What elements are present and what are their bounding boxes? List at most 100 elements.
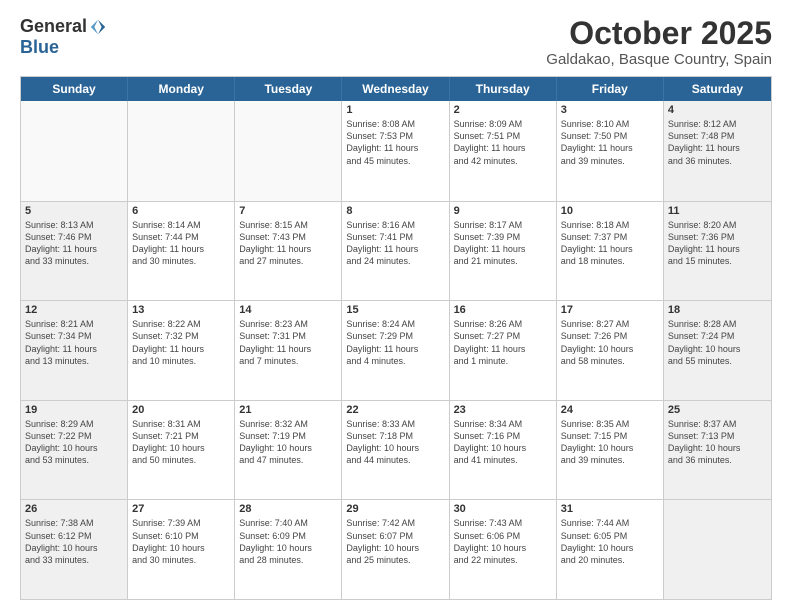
calendar-cell: 2 Sunrise: 8:09 AM Sunset: 7:51 PM Daylig…: [450, 101, 557, 201]
logo-text: General: [20, 16, 107, 37]
header: General Blue October 2025 Galdakao, Basq…: [20, 16, 772, 68]
day-number: 26: [25, 503, 123, 515]
cell-content: Sunrise: 8:20 AM Sunset: 7:36 PM Dayligh…: [668, 219, 767, 268]
cell-content: Sunrise: 8:10 AM Sunset: 7:50 PM Dayligh…: [561, 118, 659, 167]
calendar-cell: 7 Sunrise: 8:15 AM Sunset: 7:43 PM Daylig…: [235, 202, 342, 301]
calendar-row: 1Sunrise: 8:08 AM Sunset: 7:53 PM Daylig…: [21, 101, 771, 201]
cell-content: Sunrise: 8:08 AM Sunset: 7:53 PM Dayligh…: [346, 118, 444, 167]
day-number: 22: [346, 404, 444, 416]
cell-content: Sunrise: 8:17 AM Sunset: 7:39 PM Dayligh…: [454, 219, 552, 268]
calendar-header-cell: Wednesday: [342, 77, 449, 101]
cell-content: Sunrise: 8:12 AM Sunset: 7:48 PM Dayligh…: [668, 118, 767, 167]
calendar-cell: 20Sunrise: 8:31 AM Sunset: 7:21 PM Dayli…: [128, 401, 235, 500]
day-number: 29: [346, 503, 444, 515]
month-title: October 2025: [546, 16, 772, 51]
day-number: 4: [668, 104, 767, 116]
cell-content: Sunrise: 8:32 AM Sunset: 7:19 PM Dayligh…: [239, 418, 337, 467]
calendar-cell: 30Sunrise: 7:43 AM Sunset: 6:06 PM Dayli…: [450, 500, 557, 599]
calendar-cell: 23 Sunrise: 8:34 AM Sunset: 7:16 PM Dayli…: [450, 401, 557, 500]
day-number: 21: [239, 404, 337, 416]
day-number: 23: [454, 404, 552, 416]
calendar-cell: 27 Sunrise: 7:39 AM Sunset: 6:10 PM Dayli…: [128, 500, 235, 599]
cell-content: Sunrise: 8:34 AM Sunset: 7:16 PM Dayligh…: [454, 418, 552, 467]
day-number: 19: [25, 404, 123, 416]
day-number: 28: [239, 503, 337, 515]
calendar-header-cell: Sunday: [21, 77, 128, 101]
calendar-header-cell: Friday: [557, 77, 664, 101]
calendar-cell: 4 Sunrise: 8:12 AM Sunset: 7:48 PM Daylig…: [664, 101, 771, 201]
calendar-cell: 13Sunrise: 8:22 AM Sunset: 7:32 PM Dayli…: [128, 301, 235, 400]
page: General Blue October 2025 Galdakao, Basq…: [0, 0, 792, 612]
cell-content: Sunrise: 7:43 AM Sunset: 6:06 PM Dayligh…: [454, 517, 552, 566]
day-number: 6: [132, 205, 230, 217]
day-number: 9: [454, 205, 552, 217]
cell-content: Sunrise: 7:38 AM Sunset: 6:12 PM Dayligh…: [25, 517, 123, 566]
cell-content: Sunrise: 8:37 AM Sunset: 7:13 PM Dayligh…: [668, 418, 767, 467]
day-number: 14: [239, 304, 337, 316]
calendar-cell: 1Sunrise: 8:08 AM Sunset: 7:53 PM Daylig…: [342, 101, 449, 201]
cell-content: Sunrise: 8:23 AM Sunset: 7:31 PM Dayligh…: [239, 318, 337, 367]
location-title: Galdakao, Basque Country, Spain: [546, 51, 772, 68]
calendar-cell: 11Sunrise: 8:20 AM Sunset: 7:36 PM Dayli…: [664, 202, 771, 301]
calendar-cell: 31Sunrise: 7:44 AM Sunset: 6:05 PM Dayli…: [557, 500, 664, 599]
calendar-cell: [664, 500, 771, 599]
calendar-cell: 19 Sunrise: 8:29 AM Sunset: 7:22 PM Dayli…: [21, 401, 128, 500]
cell-content: Sunrise: 8:31 AM Sunset: 7:21 PM Dayligh…: [132, 418, 230, 467]
calendar-cell: [128, 101, 235, 201]
calendar-cell: 14 Sunrise: 8:23 AM Sunset: 7:31 PM Dayli…: [235, 301, 342, 400]
calendar-cell: 10 Sunrise: 8:18 AM Sunset: 7:37 PM Dayli…: [557, 202, 664, 301]
logo: General Blue: [20, 16, 107, 58]
cell-content: Sunrise: 8:09 AM Sunset: 7:51 PM Dayligh…: [454, 118, 552, 167]
calendar-cell: 9 Sunrise: 8:17 AM Sunset: 7:39 PM Daylig…: [450, 202, 557, 301]
cell-content: Sunrise: 8:15 AM Sunset: 7:43 PM Dayligh…: [239, 219, 337, 268]
day-number: 27: [132, 503, 230, 515]
calendar-cell: 3 Sunrise: 8:10 AM Sunset: 7:50 PM Daylig…: [557, 101, 664, 201]
cell-content: Sunrise: 8:14 AM Sunset: 7:44 PM Dayligh…: [132, 219, 230, 268]
logo-blue: Blue: [20, 37, 59, 58]
cell-content: Sunrise: 8:18 AM Sunset: 7:37 PM Dayligh…: [561, 219, 659, 268]
day-number: 15: [346, 304, 444, 316]
calendar-row: 5Sunrise: 8:13 AM Sunset: 7:46 PM Daylig…: [21, 201, 771, 301]
calendar: SundayMondayTuesdayWednesdayThursdayFrid…: [20, 76, 772, 600]
cell-content: Sunrise: 7:40 AM Sunset: 6:09 PM Dayligh…: [239, 517, 337, 566]
calendar-cell: [235, 101, 342, 201]
day-number: 12: [25, 304, 123, 316]
cell-content: Sunrise: 7:39 AM Sunset: 6:10 PM Dayligh…: [132, 517, 230, 566]
day-number: 3: [561, 104, 659, 116]
day-number: 18: [668, 304, 767, 316]
cell-content: Sunrise: 8:21 AM Sunset: 7:34 PM Dayligh…: [25, 318, 123, 367]
calendar-cell: 18Sunrise: 8:28 AM Sunset: 7:24 PM Dayli…: [664, 301, 771, 400]
day-number: 7: [239, 205, 337, 217]
cell-content: Sunrise: 8:33 AM Sunset: 7:18 PM Dayligh…: [346, 418, 444, 467]
cell-content: Sunrise: 7:42 AM Sunset: 6:07 PM Dayligh…: [346, 517, 444, 566]
logo-icon: [89, 18, 107, 36]
calendar-cell: 22 Sunrise: 8:33 AM Sunset: 7:18 PM Dayli…: [342, 401, 449, 500]
title-block: October 2025 Galdakao, Basque Country, S…: [546, 16, 772, 68]
cell-content: Sunrise: 8:26 AM Sunset: 7:27 PM Dayligh…: [454, 318, 552, 367]
calendar-cell: 15Sunrise: 8:24 AM Sunset: 7:29 PM Dayli…: [342, 301, 449, 400]
day-number: 13: [132, 304, 230, 316]
day-number: 17: [561, 304, 659, 316]
calendar-cell: 25Sunrise: 8:37 AM Sunset: 7:13 PM Dayli…: [664, 401, 771, 500]
calendar-cell: 17Sunrise: 8:27 AM Sunset: 7:26 PM Dayli…: [557, 301, 664, 400]
calendar-header-cell: Thursday: [450, 77, 557, 101]
calendar-cell: 29 Sunrise: 7:42 AM Sunset: 6:07 PM Dayli…: [342, 500, 449, 599]
day-number: 2: [454, 104, 552, 116]
calendar-row: 19 Sunrise: 8:29 AM Sunset: 7:22 PM Dayli…: [21, 400, 771, 500]
logo-general: General: [20, 16, 87, 37]
day-number: 10: [561, 205, 659, 217]
calendar-row: 12 Sunrise: 8:21 AM Sunset: 7:34 PM Dayli…: [21, 300, 771, 400]
day-number: 8: [346, 205, 444, 217]
day-number: 24: [561, 404, 659, 416]
calendar-header-cell: Saturday: [664, 77, 771, 101]
calendar-cell: 21 Sunrise: 8:32 AM Sunset: 7:19 PM Dayli…: [235, 401, 342, 500]
calendar-header-cell: Monday: [128, 77, 235, 101]
cell-content: Sunrise: 8:35 AM Sunset: 7:15 PM Dayligh…: [561, 418, 659, 467]
calendar-body: 1Sunrise: 8:08 AM Sunset: 7:53 PM Daylig…: [21, 101, 771, 599]
calendar-cell: 5Sunrise: 8:13 AM Sunset: 7:46 PM Daylig…: [21, 202, 128, 301]
calendar-cell: 28 Sunrise: 7:40 AM Sunset: 6:09 PM Dayli…: [235, 500, 342, 599]
calendar-cell: 8Sunrise: 8:16 AM Sunset: 7:41 PM Daylig…: [342, 202, 449, 301]
day-number: 31: [561, 503, 659, 515]
cell-content: Sunrise: 8:29 AM Sunset: 7:22 PM Dayligh…: [25, 418, 123, 467]
calendar-header-cell: Tuesday: [235, 77, 342, 101]
